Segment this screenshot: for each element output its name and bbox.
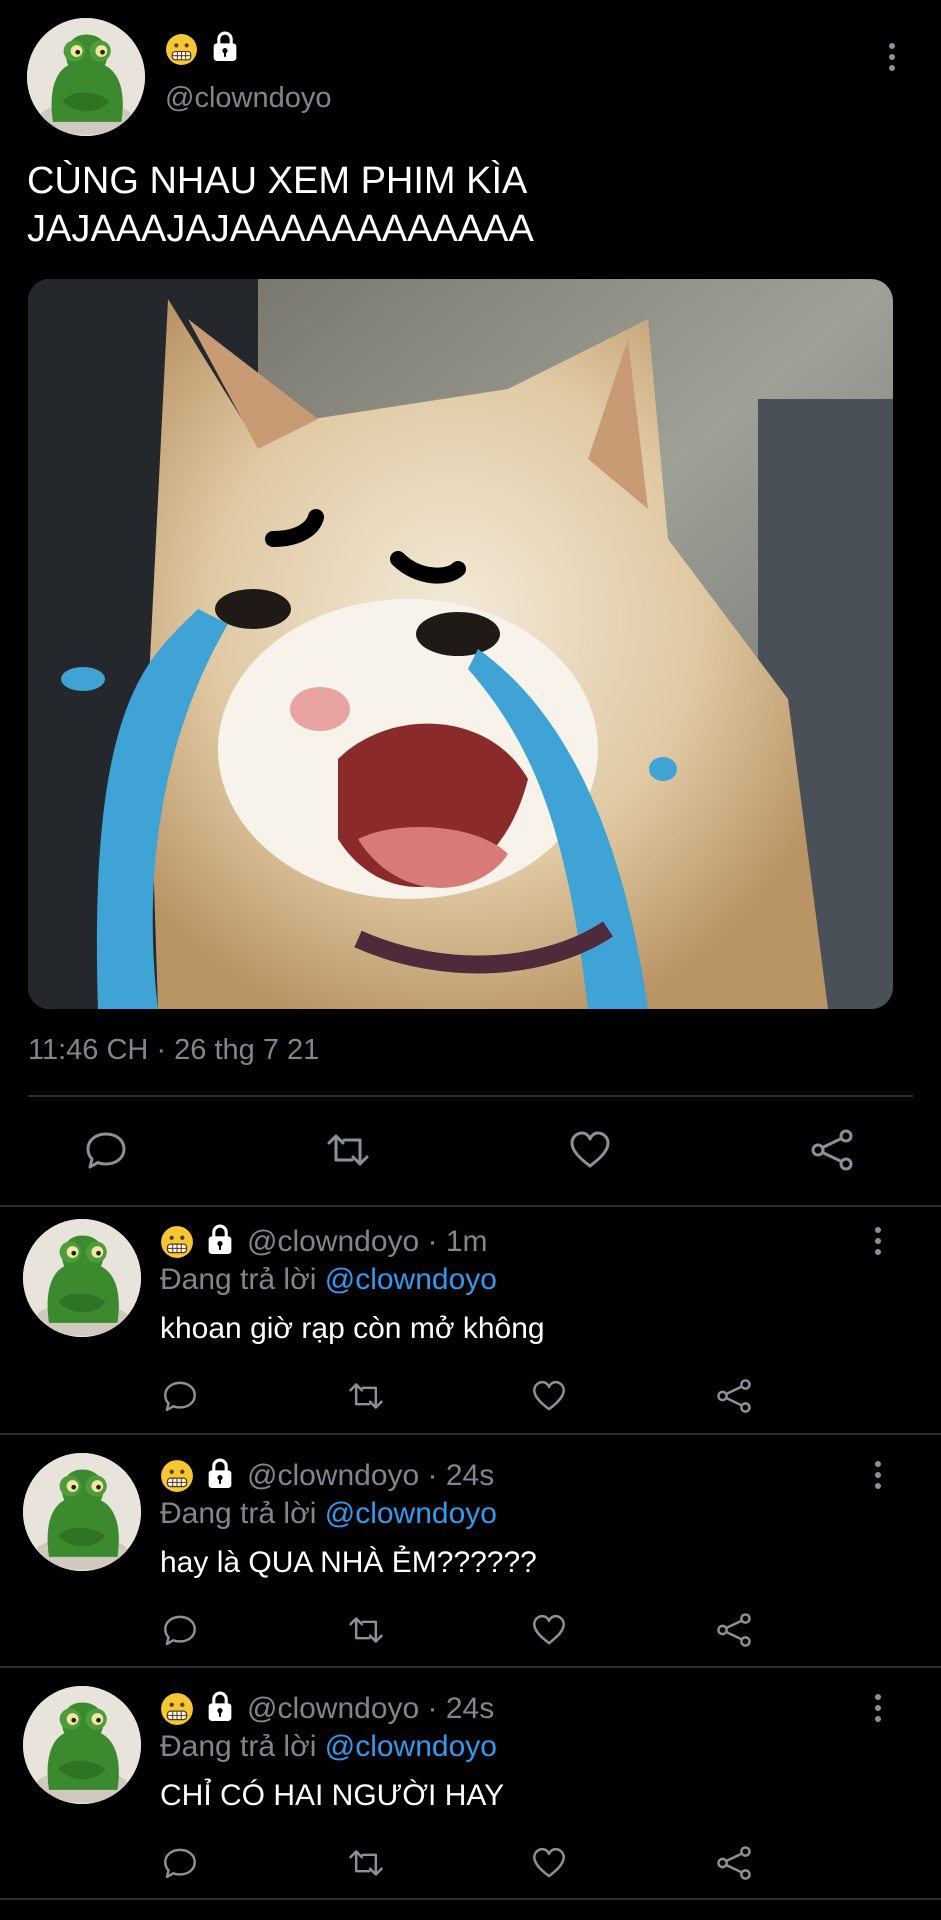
retweet-button[interactable] xyxy=(322,1128,374,1172)
reply-context: Đang trả lời @clowndoyo xyxy=(160,1497,497,1531)
reply-icon xyxy=(162,1845,198,1881)
like-icon xyxy=(531,1378,567,1414)
frog-avatar-image xyxy=(27,18,145,136)
share-icon xyxy=(716,1845,752,1881)
share-button[interactable] xyxy=(716,1845,752,1881)
more-icon[interactable] xyxy=(874,1227,882,1260)
reply-to-mention[interactable]: @clowndoyo xyxy=(325,1730,497,1763)
frog-avatar-image xyxy=(23,1453,141,1571)
divider xyxy=(0,1898,941,1900)
tweet-image[interactable] xyxy=(28,279,893,1009)
like-button[interactable] xyxy=(531,1612,567,1648)
share-button[interactable] xyxy=(716,1378,752,1414)
retweet-icon xyxy=(345,1845,387,1881)
reply-to-mention[interactable]: @clowndoyo xyxy=(325,1263,497,1296)
reply-prefix: Đang trả lời xyxy=(160,1263,317,1296)
reply-meta[interactable]: @clowndoyo · 24s xyxy=(247,1459,494,1493)
reply-button[interactable] xyxy=(162,1378,198,1414)
reply-icon xyxy=(84,1128,128,1172)
like-button[interactable] xyxy=(568,1128,612,1172)
reply-meta[interactable]: @clowndoyo · 1m xyxy=(247,1225,488,1259)
grimace-emoji-icon xyxy=(165,33,198,66)
like-icon xyxy=(531,1845,567,1881)
reply-prefix: Đang trả lời xyxy=(160,1730,317,1763)
retweet-icon xyxy=(322,1128,374,1172)
share-button[interactable] xyxy=(716,1612,752,1648)
reply-prefix: Đang trả lời xyxy=(160,1497,317,1530)
retweet-button[interactable] xyxy=(345,1612,387,1648)
tweet-text-line2: JAJAAAJAJAAAAAAAAAAAA xyxy=(27,208,534,250)
share-button[interactable] xyxy=(810,1128,854,1172)
grimace-emoji-icon xyxy=(160,1459,194,1493)
tweet-timestamp[interactable]: 11:46 CH · 26 thg 7 21 xyxy=(28,1034,319,1067)
avatar[interactable] xyxy=(23,1219,141,1337)
reply-to-mention[interactable]: @clowndoyo xyxy=(325,1497,497,1530)
lock-icon xyxy=(205,1223,235,1256)
reply-text: CHỈ CÓ HAI NGƯỜI HAY xyxy=(160,1779,505,1812)
retweet-button[interactable] xyxy=(345,1378,387,1414)
retweet-icon xyxy=(345,1378,387,1414)
lock-icon xyxy=(205,1690,235,1723)
retweet-icon xyxy=(345,1612,387,1648)
tweet-text-line1: CÙNG NHAU XEM PHIM KÌA xyxy=(27,160,528,202)
reply-meta[interactable]: @clowndoyo · 24s xyxy=(247,1692,494,1726)
author-handle[interactable]: @clowndoyo xyxy=(165,82,331,115)
reply-context: Đang trả lời @clowndoyo xyxy=(160,1263,497,1297)
reply-tweet[interactable]: @clowndoyo · 24s Đang trả lời @clowndoyo… xyxy=(0,1668,941,1898)
reply-button[interactable] xyxy=(162,1845,198,1881)
grimace-emoji-icon xyxy=(160,1225,194,1259)
reply-button[interactable] xyxy=(162,1612,198,1648)
like-icon xyxy=(531,1612,567,1648)
share-icon xyxy=(716,1378,752,1414)
more-icon[interactable] xyxy=(888,43,896,76)
retweet-button[interactable] xyxy=(345,1845,387,1881)
share-icon xyxy=(716,1612,752,1648)
reply-icon xyxy=(162,1378,198,1414)
like-icon xyxy=(568,1128,612,1172)
share-icon xyxy=(810,1128,854,1172)
reply-context: Đang trả lời @clowndoyo xyxy=(160,1730,497,1764)
reply-button[interactable] xyxy=(84,1128,128,1172)
like-button[interactable] xyxy=(531,1845,567,1881)
lock-icon xyxy=(210,30,240,63)
grimace-emoji-icon xyxy=(160,1692,194,1726)
more-icon[interactable] xyxy=(874,1461,882,1494)
reply-tweet[interactable]: @clowndoyo · 1m Đang trả lời @clowndoyo … xyxy=(0,1207,941,1433)
frog-avatar-image xyxy=(23,1686,141,1804)
divider xyxy=(28,1095,913,1097)
like-button[interactable] xyxy=(531,1378,567,1414)
lock-icon xyxy=(205,1457,235,1490)
avatar[interactable] xyxy=(23,1686,141,1804)
crying-cat-image xyxy=(28,279,893,1009)
frog-avatar-image xyxy=(23,1219,141,1337)
tweet-text: CÙNG NHAU XEM PHIM KÌA JAJAAAJAJAAAAAAAA… xyxy=(27,157,534,253)
reply-tweet[interactable]: @clowndoyo · 24s Đang trả lời @clowndoyo… xyxy=(0,1435,941,1665)
reply-text: khoan giờ rạp còn mở không xyxy=(160,1312,545,1345)
reply-icon xyxy=(162,1612,198,1648)
reply-text: hay là QUA NHÀ ẺM?????? xyxy=(160,1546,537,1579)
more-icon[interactable] xyxy=(874,1694,882,1727)
avatar[interactable] xyxy=(23,1453,141,1571)
avatar[interactable] xyxy=(27,18,145,136)
